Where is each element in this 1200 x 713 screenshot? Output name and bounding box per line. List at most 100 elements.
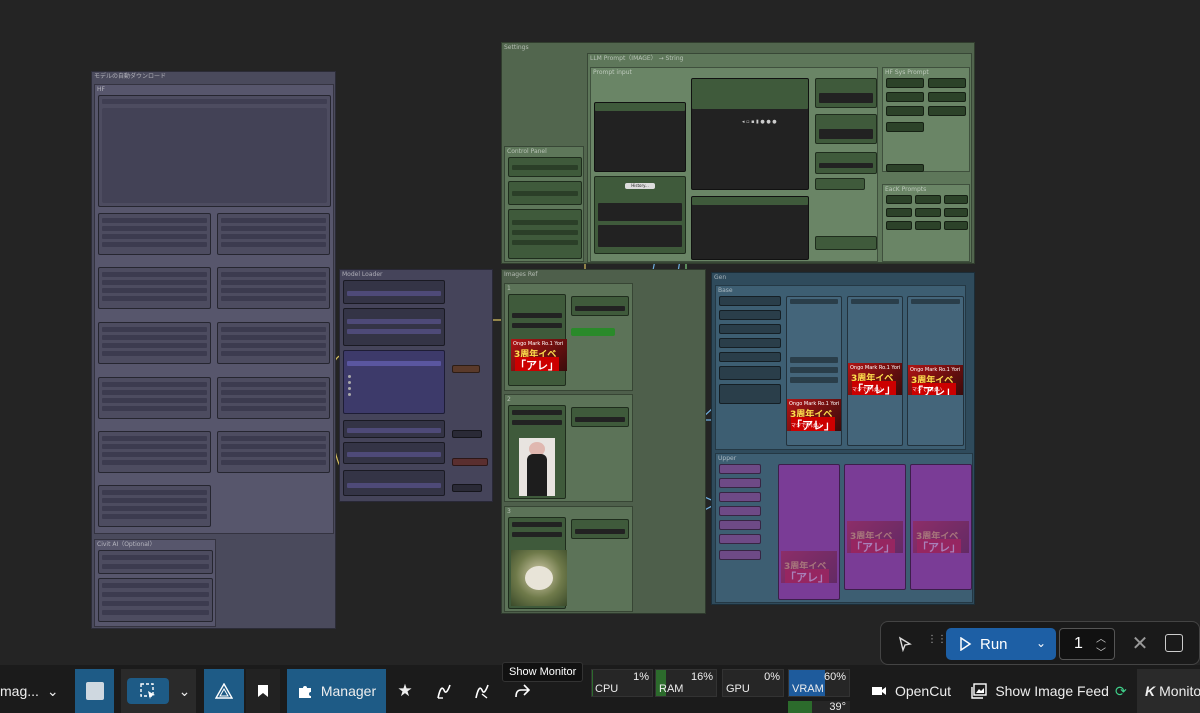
upper-preview-node[interactable]: 3周年イベ 「アレ」 [910, 464, 972, 590]
prompt-node[interactable] [815, 114, 877, 144]
custom-tool-button-2[interactable] [468, 669, 496, 713]
opencut-button[interactable]: OpenCut [866, 669, 956, 713]
control-node[interactable] [508, 157, 582, 177]
load-image-node[interactable] [508, 405, 566, 499]
base-input-node[interactable] [719, 324, 781, 334]
loader-out-2[interactable] [452, 430, 482, 438]
upper-sampler-node[interactable]: 3周年イベ 「アレ」 [778, 464, 840, 600]
base-input-node[interactable] [719, 310, 781, 320]
loader-out-3[interactable] [452, 458, 488, 466]
hf-node[interactable] [217, 267, 330, 309]
control-node[interactable] [508, 209, 582, 259]
loader-node[interactable] [343, 280, 445, 304]
loader-node[interactable] [343, 442, 445, 464]
hf-node[interactable] [98, 485, 211, 527]
group-control-panel[interactable]: Control Panel [504, 146, 584, 262]
chevron-down-icon[interactable]: ⌄ [47, 683, 59, 700]
group-images-ref[interactable]: Images Ref 1 Ongo Mark Ro.1 Yori 3周年イベ 「… [501, 269, 706, 614]
group-model-download[interactable]: モデルの自動ダウンロード HF Civit AI（Optional） [91, 71, 336, 629]
hf-node[interactable] [217, 377, 330, 419]
group-prompt-input[interactable]: Prompt input History... ◂ ▫ ▪ ▮ ● ● ● [590, 67, 878, 262]
group-llm-prompt[interactable]: LLM Prompt（IMAGE） → String Prompt input … [587, 53, 972, 263]
workflow-tab[interactable]: mag... ⌄ [0, 669, 66, 713]
control-node[interactable] [508, 181, 582, 205]
loader-node[interactable] [343, 420, 445, 438]
group-ref-1[interactable]: 1 Ongo Mark Ro.1 Yori 3周年イベ 「アレ」 [504, 283, 633, 391]
hf-node[interactable] [98, 322, 211, 364]
prompt-node[interactable] [594, 102, 686, 172]
show-image-feed-button[interactable]: Show Image Feed ⟳ [964, 669, 1134, 713]
group-gen[interactable]: Gen Base Ongo Mark Ro.1 Yori 3周年イベ 「アレ」 … [711, 272, 975, 605]
run-button[interactable]: Run ⌄ [946, 628, 1056, 660]
bookmark-button[interactable] [246, 669, 280, 713]
upper-input-node[interactable] [719, 492, 761, 502]
loader-node[interactable] [343, 470, 445, 496]
decode-node[interactable]: Ongo Mark Ro.1 Yori 3周年イベ 「アレ」 マジでやばい [847, 296, 903, 446]
base-input-node[interactable] [719, 384, 781, 404]
group-settings[interactable]: Settings Control Panel LLM Prompt（IMAGE）… [501, 42, 975, 264]
manager-button[interactable]: Manager [287, 669, 386, 713]
civitai-node[interactable] [98, 578, 213, 622]
monitor-button[interactable]: K Monito [1137, 669, 1200, 713]
group-model-loader[interactable]: Model Loader [339, 269, 493, 502]
group-each-prompts[interactable]: EacK Prompts [882, 184, 970, 262]
run-dropdown-icon[interactable]: ⌄ [1036, 636, 1046, 650]
hf-main-node[interactable] [98, 95, 331, 207]
chevron-down-icon[interactable]: ⌄ [179, 683, 191, 700]
upper-decode-node[interactable]: 3周年イベ 「アレ」 [844, 464, 906, 590]
prompt-node[interactable] [815, 178, 865, 190]
load-image-node[interactable]: Ongo Mark Ro.1 Yori 3周年イベ 「アレ」 [508, 294, 567, 386]
select-pointer-icon[interactable] [889, 628, 921, 660]
group-civitai[interactable]: Civit AI（Optional） [94, 539, 216, 627]
editor-toolbar[interactable]: ◂ ▫ ▪ ▮ ● ● ● [742, 119, 777, 125]
civitai-node[interactable] [98, 550, 213, 574]
logo-button[interactable] [75, 669, 114, 713]
queue-button-group[interactable]: ⌄ [121, 669, 196, 713]
hf-node[interactable] [98, 267, 211, 309]
stop-icon[interactable] [1165, 634, 1183, 652]
group-ref-3[interactable]: 3 [504, 506, 633, 612]
queue-image-button[interactable] [126, 678, 169, 704]
ref-node[interactable] [571, 519, 629, 539]
decrement-icon[interactable]: ﹀ [1096, 644, 1106, 659]
loader-node[interactable] [343, 308, 445, 346]
hf-node[interactable] [98, 377, 211, 419]
base-input-node[interactable] [719, 338, 781, 348]
group-hf[interactable]: HF [94, 84, 334, 534]
base-input-node[interactable] [719, 366, 781, 380]
loader-node[interactable] [343, 350, 445, 414]
group-upper[interactable]: Upper 3周年イベ 「アレ」 3周年イベ 「アレ」 3周年イベ 「アレ」 [715, 453, 973, 603]
upper-input-node[interactable] [719, 464, 761, 474]
prompt-editor-node[interactable]: ◂ ▫ ▪ ▮ ● ● ● [691, 78, 809, 190]
hf-node[interactable] [98, 213, 211, 255]
group-ref-2[interactable]: 2 [504, 394, 633, 502]
run-panel[interactable]: ⋮⋮ Run ⌄ 1 ︿ ﹀ ✕ [880, 621, 1200, 665]
prompt-node[interactable] [815, 78, 877, 108]
preview-node[interactable]: Ongo Mark Ro.1 Yori 3周年イベ 「アレ」 マジでやばい [907, 296, 964, 446]
history-button[interactable]: History... [625, 183, 655, 189]
group-base[interactable]: Base Ongo Mark Ro.1 Yori 3周年イベ 「アレ」 マジでや… [715, 285, 966, 450]
favorite-button[interactable]: ★ [392, 669, 418, 713]
upper-input-node[interactable] [719, 506, 761, 516]
prompt-node[interactable] [691, 196, 809, 260]
base-input-node[interactable] [719, 352, 781, 362]
upper-input-node[interactable] [719, 520, 761, 530]
hf-node[interactable] [217, 431, 330, 473]
hf-node[interactable] [217, 213, 330, 255]
upper-input-node[interactable] [719, 534, 761, 544]
loader-out-1[interactable] [452, 365, 480, 373]
sampler-node[interactable]: Ongo Mark Ro.1 Yori 3周年イベ 「アレ」 マジでやばい [786, 296, 842, 446]
upper-input-node[interactable] [719, 550, 761, 560]
load-image-node[interactable] [508, 517, 567, 609]
upper-input-node[interactable] [719, 478, 761, 488]
increment-icon[interactable]: ︿ [1096, 630, 1106, 645]
ref-node[interactable] [571, 296, 629, 316]
prompt-node[interactable] [815, 152, 877, 174]
node-canvas[interactable]: モデルの自動ダウンロード HF Civit AI（Optional） Model… [0, 0, 1200, 665]
hf-node[interactable] [98, 431, 211, 473]
custom-tool-button-1[interactable] [430, 669, 458, 713]
cancel-icon[interactable]: ✕ [1127, 630, 1153, 656]
loader-out-4[interactable] [452, 484, 482, 492]
prompt-node[interactable] [815, 236, 877, 250]
ref-node[interactable] [571, 407, 629, 427]
